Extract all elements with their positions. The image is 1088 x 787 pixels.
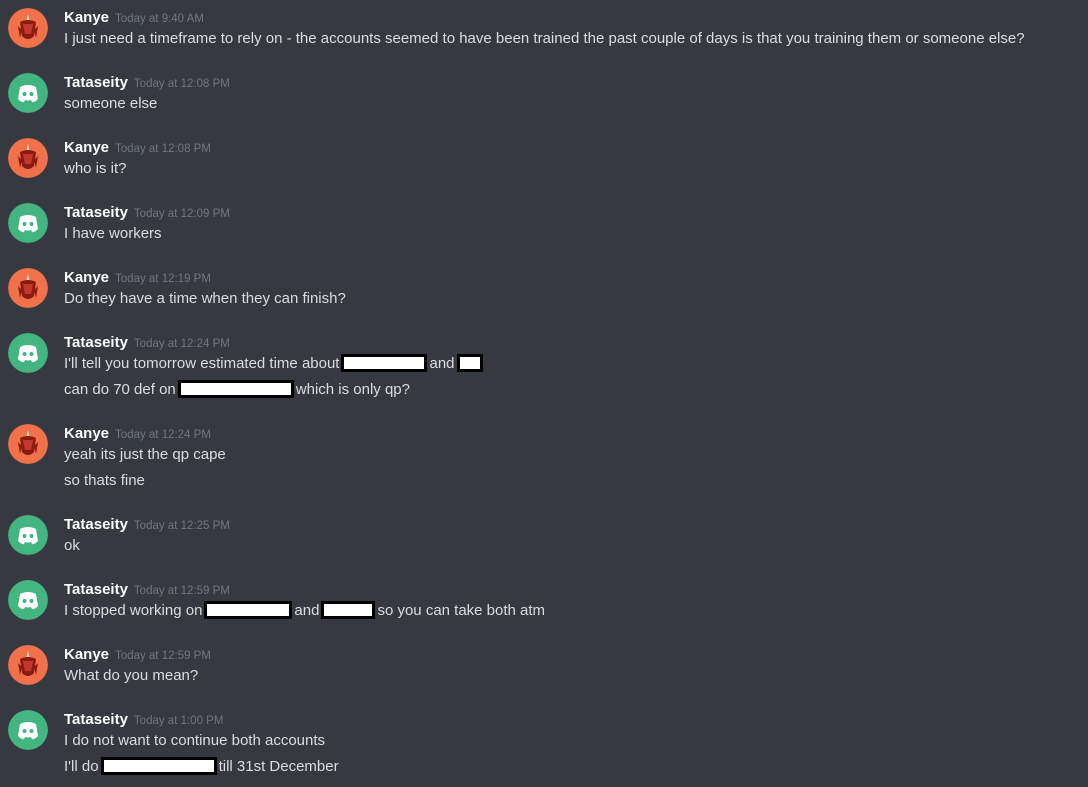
redaction-box: [100, 757, 217, 775]
timestamp: Today at 12:19 PM: [115, 273, 211, 285]
username[interactable]: Tataseity: [64, 334, 128, 351]
redaction-box: [204, 601, 293, 619]
message-text: Do they have a time when they can finish…: [64, 290, 346, 307]
message-text: I stopped working on and so you can take b…: [64, 600, 545, 622]
message-text: I'll tell you tomorrow estimated time ab…: [64, 353, 485, 375]
username[interactable]: Kanye: [64, 9, 109, 26]
username[interactable]: Tataseity: [64, 516, 128, 533]
redaction-box: [177, 380, 294, 398]
redaction-box: [321, 601, 376, 619]
message-text-segment: which is only qp?: [295, 381, 410, 398]
chat-message-list: Kanye Today at 9:40 AM I just need a time…: [0, 0, 1088, 787]
message-text: who is it?: [64, 160, 127, 177]
username[interactable]: Kanye: [64, 425, 109, 442]
message-text-segment: and: [429, 355, 455, 372]
message-text-segment: I'll do: [64, 758, 99, 775]
message-text: yeah its just the qp cape: [64, 446, 226, 463]
timestamp: Today at 1:00 PM: [133, 715, 224, 727]
discord-logo-icon[interactable]: [8, 333, 48, 373]
username[interactable]: Tataseity: [64, 74, 128, 91]
message-text: I have workers: [64, 225, 162, 242]
timestamp: Today at 12:24 PM: [115, 429, 211, 441]
message-text-segment: I'll tell you tomorrow estimated time ab…: [64, 355, 340, 372]
timestamp: Today at 12:09 PM: [133, 208, 230, 220]
message-text-segment: till 31st December: [218, 758, 339, 775]
kanye-avatar-icon[interactable]: [8, 138, 48, 178]
discord-logo-icon[interactable]: [8, 515, 48, 555]
discord-logo-icon[interactable]: [8, 710, 48, 750]
username[interactable]: Kanye: [64, 269, 109, 286]
timestamp: Today at 12:24 PM: [133, 338, 230, 350]
redaction-box: [341, 354, 428, 372]
timestamp: Today at 12:08 PM: [115, 143, 211, 155]
message-text-segment: can do 70 def on: [64, 381, 176, 398]
kanye-avatar-icon[interactable]: [8, 8, 48, 48]
message-text-segment: so you can take both atm: [377, 602, 546, 619]
username[interactable]: Tataseity: [64, 581, 128, 598]
message-text-segment: I stopped working on: [64, 602, 203, 619]
discord-logo-icon[interactable]: [8, 203, 48, 243]
timestamp: Today at 12:08 PM: [133, 78, 230, 90]
discord-logo-icon[interactable]: [8, 580, 48, 620]
username[interactable]: Kanye: [64, 139, 109, 156]
username[interactable]: Tataseity: [64, 204, 128, 221]
message-text: ok: [64, 537, 80, 554]
timestamp: Today at 9:40 AM: [115, 13, 204, 25]
message-text: I'll do till 31st December: [64, 756, 339, 778]
kanye-avatar-icon[interactable]: [8, 645, 48, 685]
message-text: I do not want to continue both accounts: [64, 732, 326, 749]
username[interactable]: Kanye: [64, 646, 109, 663]
message-text: so thats fine: [64, 472, 145, 489]
message-text: I just need a timeframe to rely on - the…: [64, 30, 1025, 47]
message-text: What do you mean?: [64, 667, 199, 684]
message-text-segment: and: [294, 602, 320, 619]
username[interactable]: Tataseity: [64, 711, 128, 728]
discord-logo-icon[interactable]: [8, 73, 48, 113]
kanye-avatar-icon[interactable]: [8, 268, 48, 308]
message-text: someone else: [64, 95, 158, 112]
redaction-box: [456, 354, 483, 372]
kanye-avatar-icon[interactable]: [8, 424, 48, 464]
timestamp: Today at 12:59 PM: [133, 585, 230, 597]
message-text: can do 70 def on which is only qp?: [64, 379, 410, 401]
timestamp: Today at 12:25 PM: [133, 520, 230, 532]
timestamp: Today at 12:59 PM: [115, 650, 211, 662]
